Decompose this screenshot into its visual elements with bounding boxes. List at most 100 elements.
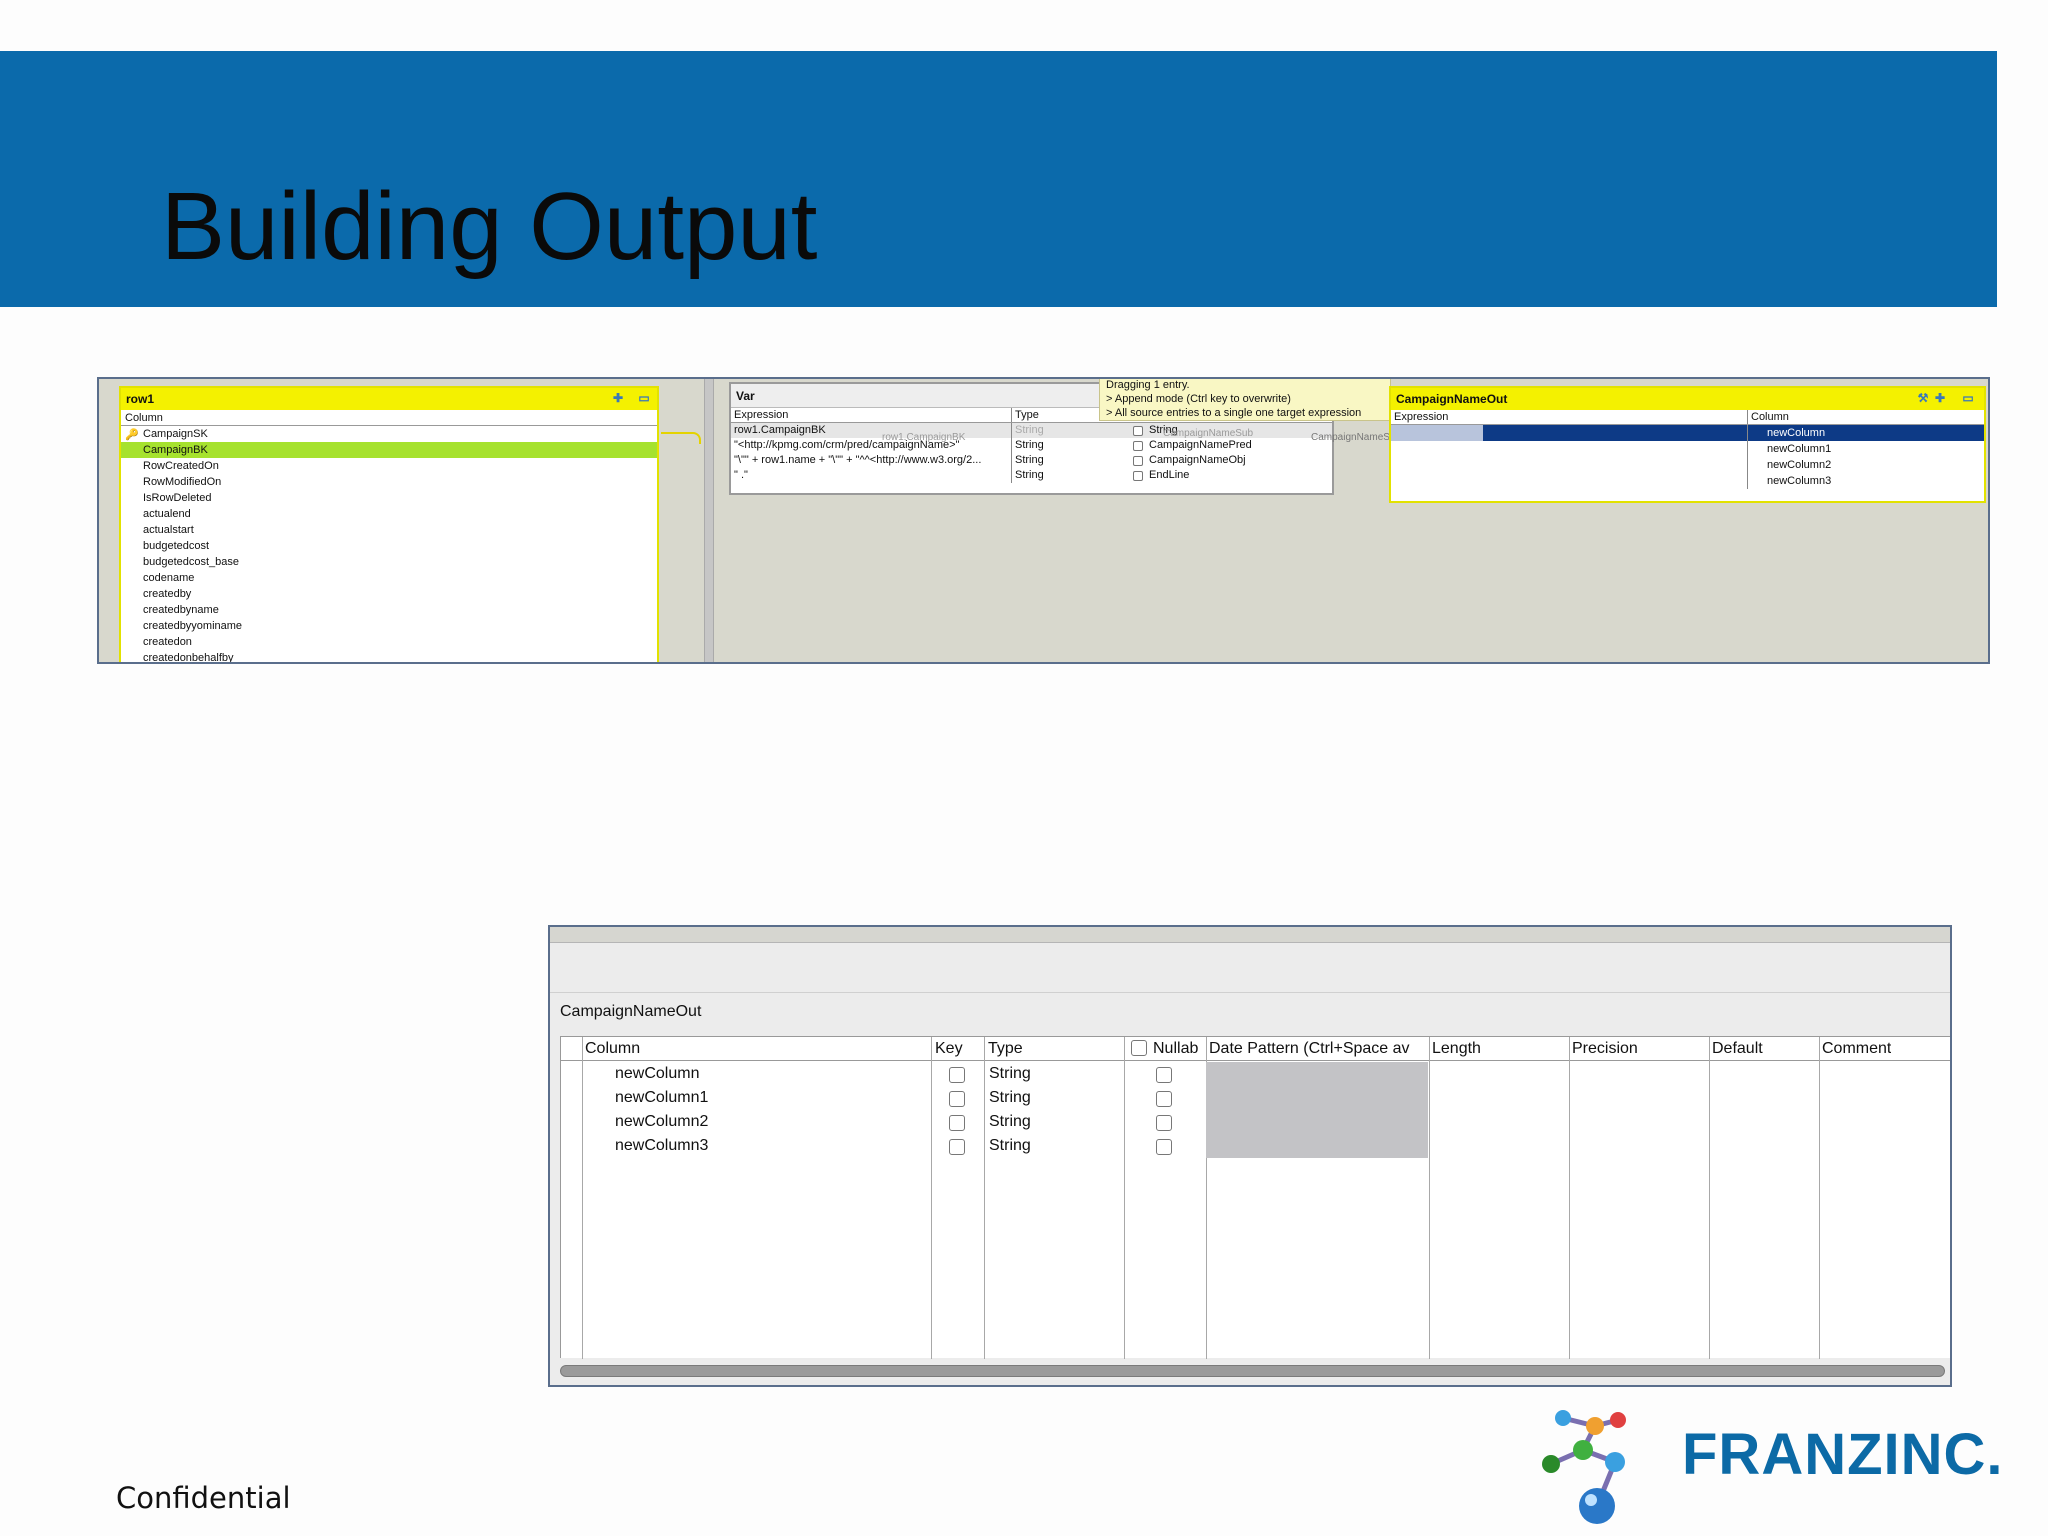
nullable-checkbox[interactable] (1156, 1115, 1172, 1131)
var-nullable-checkbox[interactable] (1133, 441, 1143, 451)
header-key[interactable]: Key (935, 1037, 963, 1061)
schema-table-header: Column Key Type Nullab Date Pattern (Ctr… (561, 1037, 1950, 1061)
input-row-label: budgetedcost_base (143, 556, 240, 568)
var-nullable-checkbox[interactable] (1133, 456, 1143, 466)
header-date-pattern[interactable]: Date Pattern (Ctrl+Space av (1209, 1037, 1427, 1061)
output-column-name: newColumn2 (1767, 459, 1832, 471)
input-row[interactable]: actualstart (121, 522, 657, 538)
nullable-checkbox[interactable] (1156, 1139, 1172, 1155)
minimize-icon[interactable]: ▭ (1961, 391, 1975, 405)
nullable-checkbox[interactable] (1156, 1067, 1172, 1083)
var-type[interactable]: String (1015, 423, 1044, 438)
schema-row[interactable]: newColumn String (561, 1062, 1950, 1086)
schema-row[interactable]: newColumn1 String (561, 1086, 1950, 1110)
key-checkbox[interactable] (949, 1115, 965, 1131)
drag-ghost-expression: row1.CampaignBK (882, 432, 966, 443)
schema-column-name[interactable]: newColumn3 (615, 1134, 708, 1158)
add-icon[interactable]: ✚ (611, 391, 625, 405)
var-expression[interactable]: "<http://kpmg.com/crm/pred/campaignName>… (734, 438, 1009, 453)
output-row[interactable]: newColumn3 (1391, 473, 1984, 489)
input-row[interactable]: CampaignBK (121, 442, 657, 458)
schema-column-name[interactable]: newColumn1 (615, 1086, 708, 1110)
input-row[interactable]: createdby (121, 586, 657, 602)
header-precision[interactable]: Precision (1572, 1037, 1638, 1061)
horizontal-scrollbar[interactable] (560, 1365, 1945, 1377)
var-name[interactable]: CampaignNameObj (1149, 453, 1246, 468)
input-row[interactable]: 🔑 CampaignSK (121, 426, 657, 442)
output-row[interactable]: newColumn2 (1391, 457, 1984, 473)
schema-title: CampaignNameOut (550, 993, 1950, 1031)
header-nullable[interactable]: Nullab (1153, 1037, 1203, 1061)
drag-ghost-output: CampaignNameSub (1311, 432, 1402, 443)
input-table-header: row1 ✚ ▭ (121, 388, 657, 410)
input-row[interactable]: createdon (121, 634, 657, 650)
input-row-label: createdon (143, 636, 192, 648)
output-row[interactable]: newColumn1 (1391, 441, 1984, 457)
output-table-title: CampaignNameOut (1396, 392, 1508, 406)
var-type[interactable]: String (1015, 468, 1044, 483)
var-type[interactable]: String (1015, 438, 1044, 453)
input-row-label: createdbyyominame (143, 620, 243, 632)
input-row[interactable]: RowCreatedOn (121, 458, 657, 474)
var-row[interactable]: "<http://kpmg.com/crm/pred/campaignName>… (731, 438, 1332, 453)
slide-title: Building Output (161, 173, 818, 280)
input-row[interactable]: createdbyname (121, 602, 657, 618)
key-checkbox[interactable] (949, 1139, 965, 1155)
schema-type[interactable]: String (989, 1086, 1031, 1110)
nullable-checkbox[interactable] (1156, 1091, 1172, 1107)
input-row-label: RowModifiedOn (143, 476, 222, 488)
input-row[interactable]: budgetedcost (121, 538, 657, 554)
key-checkbox[interactable] (949, 1067, 965, 1083)
var-type[interactable]: String (1015, 453, 1044, 468)
schema-type[interactable]: String (989, 1062, 1031, 1086)
input-row[interactable]: IsRowDeleted (121, 490, 657, 506)
var-row[interactable]: " ." String EndLine (731, 468, 1332, 483)
var-expression[interactable]: row1.CampaignBK (734, 423, 1009, 438)
var-expression[interactable]: "\"" + row1.name + "\"" + "^^<http://www… (734, 453, 1009, 468)
var-name[interactable]: CampaignNamePred (1149, 438, 1252, 453)
franz-molecule-logo-icon (1542, 1410, 1626, 1524)
input-row[interactable]: actualend (121, 506, 657, 522)
schema-type[interactable]: String (989, 1134, 1031, 1158)
output-header-column: Column (1751, 411, 1789, 423)
output-column-name: newColumn (1767, 427, 1826, 439)
input-row[interactable]: createdonbehalfby (121, 650, 657, 664)
minimize-icon[interactable]: ▭ (637, 391, 651, 405)
header-type[interactable]: Type (988, 1037, 1023, 1061)
header-length[interactable]: Length (1432, 1037, 1481, 1061)
key-checkbox[interactable] (949, 1091, 965, 1107)
var-nullable-checkbox[interactable] (1133, 471, 1143, 481)
mapper-screenshot: row1 ✚ ▭ Column 🔑 CampaignSK CampaignBK Row… (97, 377, 1990, 664)
output-expression-selected[interactable] (1391, 425, 1483, 441)
var-expression[interactable]: " ." (734, 468, 1009, 483)
input-row-label: createdonbehalfby (143, 652, 234, 664)
input-row[interactable]: codename (121, 570, 657, 586)
var-name[interactable]: EndLine (1149, 468, 1189, 483)
schema-type[interactable]: String (989, 1110, 1031, 1134)
schema-toolbar (550, 943, 1950, 993)
header-comment[interactable]: Comment (1822, 1037, 1891, 1061)
wrench-icon[interactable]: ⚒ (1916, 391, 1930, 405)
input-row[interactable]: createdbyyominame (121, 618, 657, 634)
pane-splitter[interactable] (704, 379, 714, 662)
input-row[interactable]: RowModifiedOn (121, 474, 657, 490)
drag-tooltip: Dragging 1 entry. > Append mode (Ctrl ke… (1099, 379, 1391, 421)
output-row[interactable]: newColumn (1391, 425, 1984, 441)
schema-row[interactable]: newColumn2 String (561, 1110, 1950, 1134)
output-header-expression: Expression (1394, 411, 1449, 423)
schema-row[interactable]: newColumn3 String (561, 1134, 1950, 1158)
header-default[interactable]: Default (1712, 1037, 1763, 1061)
input-row[interactable]: budgetedcost_base (121, 554, 657, 570)
key-icon: 🔑 (125, 429, 139, 441)
input-row-label: codename (143, 572, 195, 584)
nullable-all-checkbox[interactable] (1131, 1040, 1147, 1056)
schema-column-name[interactable]: newColumn (615, 1062, 699, 1086)
header-column[interactable]: Column (585, 1037, 640, 1061)
var-row[interactable]: "\"" + row1.name + "\"" + "^^<http://www… (731, 453, 1332, 468)
var-header-expression: Expression (734, 409, 789, 421)
var-nullable-checkbox[interactable] (1133, 426, 1143, 436)
schema-column-name[interactable]: newColumn2 (615, 1110, 708, 1134)
output-column-header: Expression Column (1391, 410, 1984, 425)
drag-ghost-name: CampaignNameSub (1163, 428, 1254, 439)
add-icon[interactable]: ✚ (1933, 391, 1947, 405)
